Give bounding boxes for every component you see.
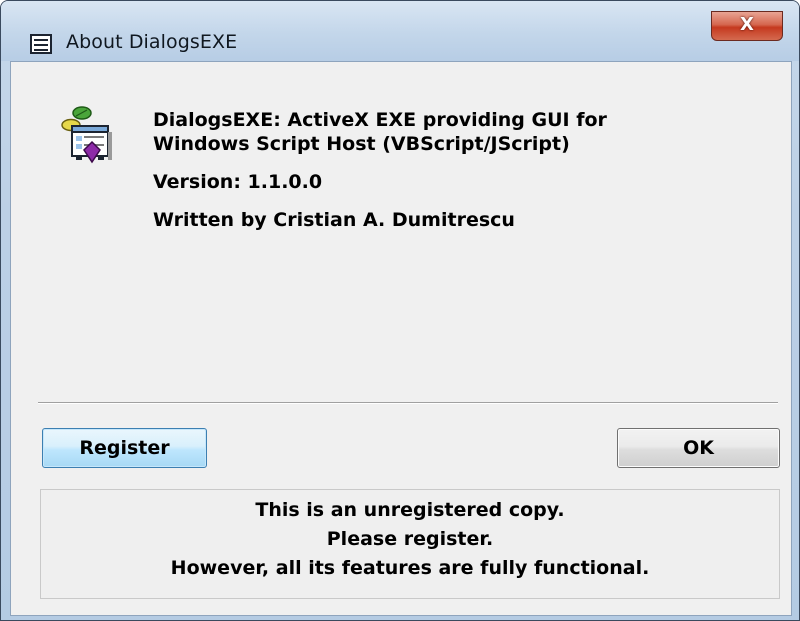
close-button[interactable]: X [711,11,783,41]
description-line-2: Windows Script Host (VBScript/JScript) [153,133,570,155]
window-title: About DialogsEXE [66,31,238,53]
notice-line-1: This is an unregistered copy. [255,499,565,521]
author-label: Written by Cristian A. Dumitrescu [153,209,515,231]
notice-line-2: Please register. [326,528,494,550]
about-dialog-window: About DialogsEXE X DialogsEXE: ActiveX E… [0,0,800,621]
about-info: DialogsEXE: ActiveX EXE providing GUI fo… [153,108,607,232]
registration-notice: This is an unregistered copy. Please reg… [40,489,780,599]
separator [38,402,778,404]
dialog-window-icon [30,34,52,54]
close-icon: X [740,14,754,35]
register-button[interactable]: Register [42,428,207,468]
version-label: Version: 1.1.0.0 [153,171,323,193]
notice-line-3: However, all its features are fully func… [170,557,650,579]
dialog-client-area: DialogsEXE: ActiveX EXE providing GUI fo… [10,61,792,616]
ok-button[interactable]: OK [617,428,780,468]
title-bar[interactable]: About DialogsEXE X [1,1,799,61]
description-line-1: DialogsEXE: ActiveX EXE providing GUI fo… [153,109,607,131]
script-application-icon [61,106,112,164]
